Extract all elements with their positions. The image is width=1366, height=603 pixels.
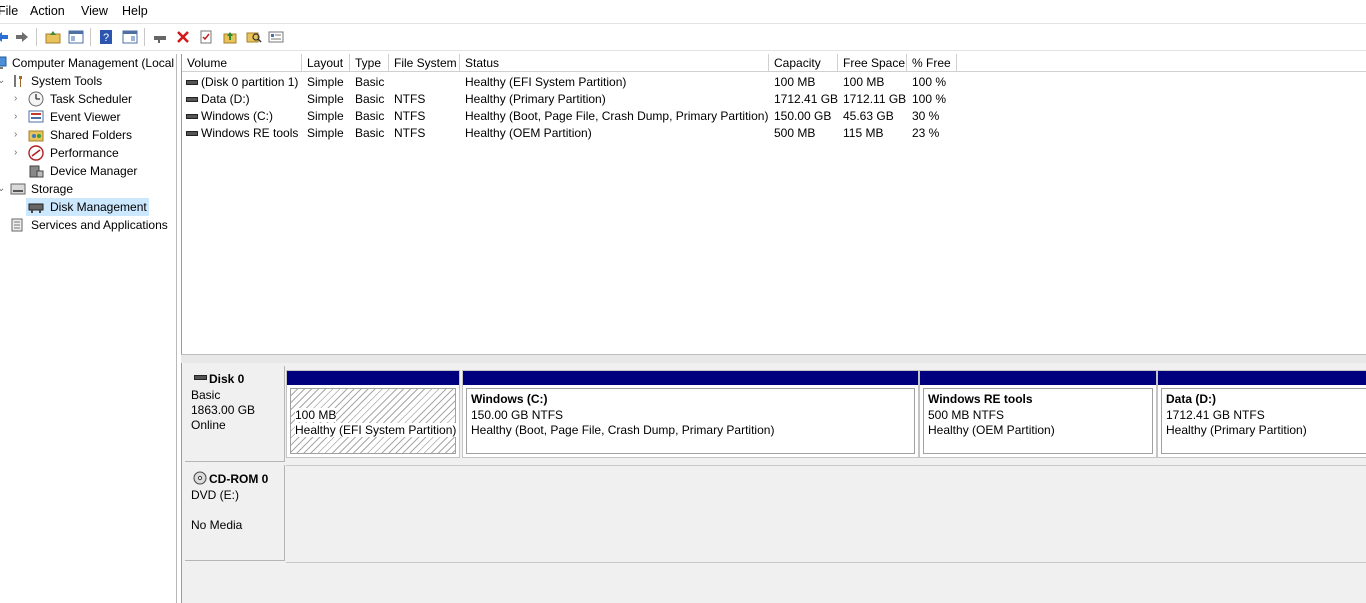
- tree-item-system-tools[interactable]: ⌄ System Tools: [0, 72, 176, 90]
- show-hide-action-pane-icon[interactable]: [120, 27, 140, 47]
- table-row[interactable]: Windows RE tools Simple Basic NTFS Healt…: [182, 125, 1366, 142]
- tree-item-disk-management[interactable]: Disk Management: [26, 198, 149, 216]
- list-view-icon[interactable]: [266, 27, 286, 47]
- properties-icon[interactable]: [196, 27, 216, 47]
- menu-bar: File Action View Help: [0, 0, 1366, 22]
- chevron-down-icon[interactable]: ⌄: [0, 72, 5, 90]
- tree-item-services-and-applications[interactable]: › Services and Applications: [0, 216, 176, 234]
- tools-icon: [10, 73, 26, 89]
- column-header-type[interactable]: Type: [350, 54, 389, 72]
- storage-icon: [10, 181, 26, 197]
- tree-item-computer-management[interactable]: Computer Management (Local: [0, 54, 176, 72]
- disk-management-icon: [28, 199, 44, 215]
- tree-item-shared-folders[interactable]: › Shared Folders: [0, 126, 176, 144]
- chevron-down-icon[interactable]: ⌄: [0, 180, 5, 198]
- svg-text:?: ?: [103, 32, 109, 44]
- disk-graphical-view: Disk 0 Basic 1863.00 GB Online 100 MB He…: [181, 363, 1366, 603]
- cdrom-0-label[interactable]: CD-ROM 0 DVD (E:) No Media: [185, 465, 285, 561]
- shared-folder-icon: [28, 127, 44, 143]
- column-header-file-system[interactable]: File System: [389, 54, 460, 72]
- computer-icon: [0, 55, 10, 71]
- back-arrow-icon[interactable]: [0, 27, 12, 47]
- partition-bar: [287, 371, 459, 385]
- toolbar-separator: [144, 28, 145, 46]
- tree-item-task-scheduler[interactable]: › Task Scheduler: [0, 90, 176, 108]
- partition-body: Windows (C:) 150.00 GB NTFS Healthy (Boo…: [466, 388, 915, 454]
- clock-icon: [28, 91, 44, 107]
- chevron-right-icon[interactable]: ›: [14, 126, 17, 144]
- volume-icon: [186, 80, 198, 85]
- partition-bar: [920, 371, 1156, 385]
- tree-item-storage[interactable]: ⌄ Storage: [0, 180, 176, 198]
- volume-list: Volume Layout Type File System Status Ca…: [181, 54, 1366, 354]
- menu-help[interactable]: Help: [122, 4, 148, 18]
- performance-icon: [28, 145, 44, 161]
- connect-drive-icon[interactable]: [150, 27, 170, 47]
- volume-icon: [186, 131, 198, 136]
- toolbar: ?: [0, 23, 1366, 51]
- menu-file[interactable]: File: [0, 4, 18, 18]
- partition-body: Windows RE tools 500 MB NTFS Healthy (OE…: [923, 388, 1153, 454]
- show-hide-console-tree-icon[interactable]: [66, 27, 86, 47]
- cdrom-icon: [193, 471, 207, 485]
- chevron-right-icon[interactable]: ›: [14, 90, 17, 108]
- disk-icon: [194, 375, 207, 380]
- toolbar-separator: [36, 28, 37, 46]
- partition-efi[interactable]: 100 MB Healthy (EFI System Partition): [286, 370, 460, 458]
- partition-bar: [1158, 371, 1366, 385]
- chevron-right-icon[interactable]: ›: [14, 144, 17, 162]
- column-header-volume[interactable]: Volume: [182, 54, 302, 72]
- export-up-icon[interactable]: [220, 27, 240, 47]
- up-folder-icon[interactable]: [43, 27, 63, 47]
- table-row[interactable]: Windows (C:) Simple Basic NTFS Healthy (…: [182, 108, 1366, 125]
- delete-icon[interactable]: [173, 27, 193, 47]
- column-header-layout[interactable]: Layout: [302, 54, 350, 72]
- menu-action[interactable]: Action: [30, 4, 65, 18]
- device-manager-icon: [28, 163, 44, 179]
- search-folder-icon[interactable]: [244, 27, 264, 47]
- disk-0-label[interactable]: Disk 0 Basic 1863.00 GB Online: [185, 366, 285, 462]
- table-row[interactable]: Data (D:) Simple Basic NTFS Healthy (Pri…: [182, 91, 1366, 108]
- forward-arrow-icon[interactable]: [12, 27, 32, 47]
- column-header-free-space[interactable]: Free Space: [838, 54, 907, 72]
- partition-windows-re-tools[interactable]: Windows RE tools 500 MB NTFS Healthy (OE…: [919, 370, 1157, 458]
- column-header-filler: [957, 54, 1366, 72]
- event-viewer-icon: [28, 109, 44, 125]
- partition-windows-c[interactable]: Windows (C:) 150.00 GB NTFS Healthy (Boo…: [462, 370, 919, 458]
- toolbar-separator: [90, 28, 91, 46]
- column-header-capacity[interactable]: Capacity: [769, 54, 838, 72]
- tree-item-device-manager[interactable]: Device Manager: [0, 162, 176, 180]
- partition-bar: [463, 371, 918, 385]
- console-tree: Computer Management (Local ⌄ System Tool…: [0, 54, 177, 603]
- chevron-right-icon[interactable]: ›: [14, 108, 17, 126]
- help-icon[interactable]: ?: [96, 27, 116, 47]
- tree-item-event-viewer[interactable]: › Event Viewer: [0, 108, 176, 126]
- column-header-percent-free[interactable]: % Free: [907, 54, 957, 72]
- services-icon: [10, 217, 26, 233]
- partition-body: 100 MB Healthy (EFI System Partition): [290, 388, 457, 454]
- partition-data-d[interactable]: Data (D:) 1712.41 GB NTFS Healthy (Prima…: [1157, 370, 1366, 458]
- volume-icon: [186, 97, 198, 102]
- tree-item-performance[interactable]: › Performance: [0, 144, 176, 162]
- volume-icon: [186, 114, 198, 119]
- column-header-status[interactable]: Status: [460, 54, 769, 72]
- table-row[interactable]: (Disk 0 partition 1) Simple Basic Health…: [182, 74, 1366, 91]
- partition-body: Data (D:) 1712.41 GB NTFS Healthy (Prima…: [1161, 388, 1366, 454]
- menu-view[interactable]: View: [81, 4, 108, 18]
- cdrom-0-empty-area: [286, 465, 1366, 563]
